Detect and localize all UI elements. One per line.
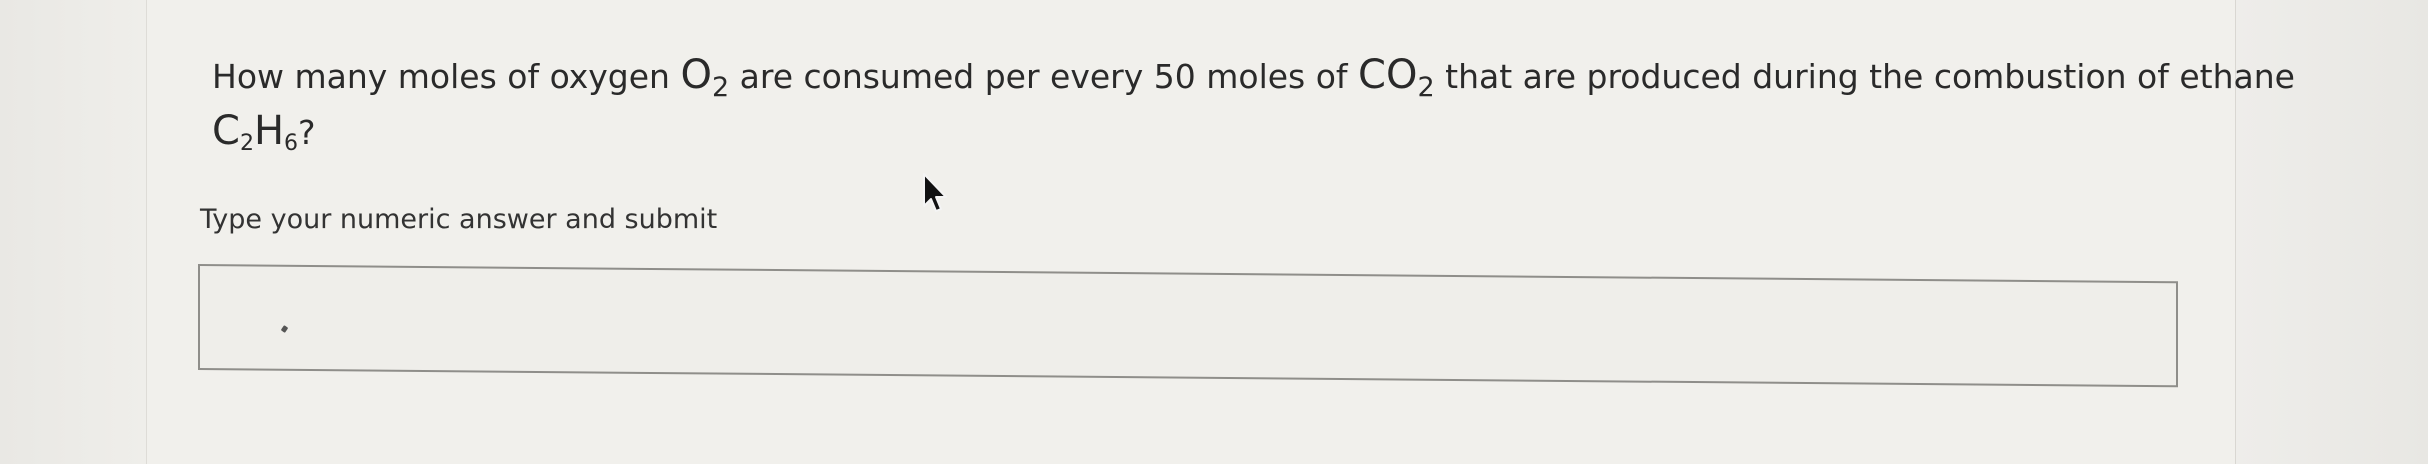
ethane-hydrogen-subscript: 6 bbox=[284, 131, 299, 156]
ethane-carbon-subscript: 2 bbox=[239, 131, 254, 156]
co2-subscript: 2 bbox=[1417, 72, 1435, 103]
ethane-formula: C2H6 bbox=[212, 108, 299, 156]
oxygen-formula: O2 bbox=[680, 52, 729, 101]
question-middle: are consumed per every 50 moles of bbox=[729, 57, 1359, 96]
page-background: How many moles of oxygen O2 are consumed… bbox=[0, 0, 2428, 464]
mouse-pointer-icon bbox=[923, 173, 947, 212]
question-text: How many moles of oxygen O2 are consumed… bbox=[212, 48, 2295, 160]
oxygen-symbol: O bbox=[680, 52, 712, 98]
ethane-hydrogen: H bbox=[253, 108, 285, 154]
numeric-answer-input[interactable] bbox=[198, 264, 2178, 388]
co2-formula: CO2 bbox=[1358, 52, 1435, 101]
ethane-carbon: C bbox=[212, 108, 240, 154]
oxygen-subscript: 2 bbox=[711, 72, 730, 103]
question-intro: How many moles of oxygen bbox=[212, 57, 681, 96]
co2-symbol: CO bbox=[1358, 52, 1418, 98]
question-end: ? bbox=[298, 113, 316, 152]
question-tail: that are produced during the combustion … bbox=[1434, 57, 2295, 96]
answer-instruction: Type your numeric answer and submit bbox=[200, 204, 718, 235]
